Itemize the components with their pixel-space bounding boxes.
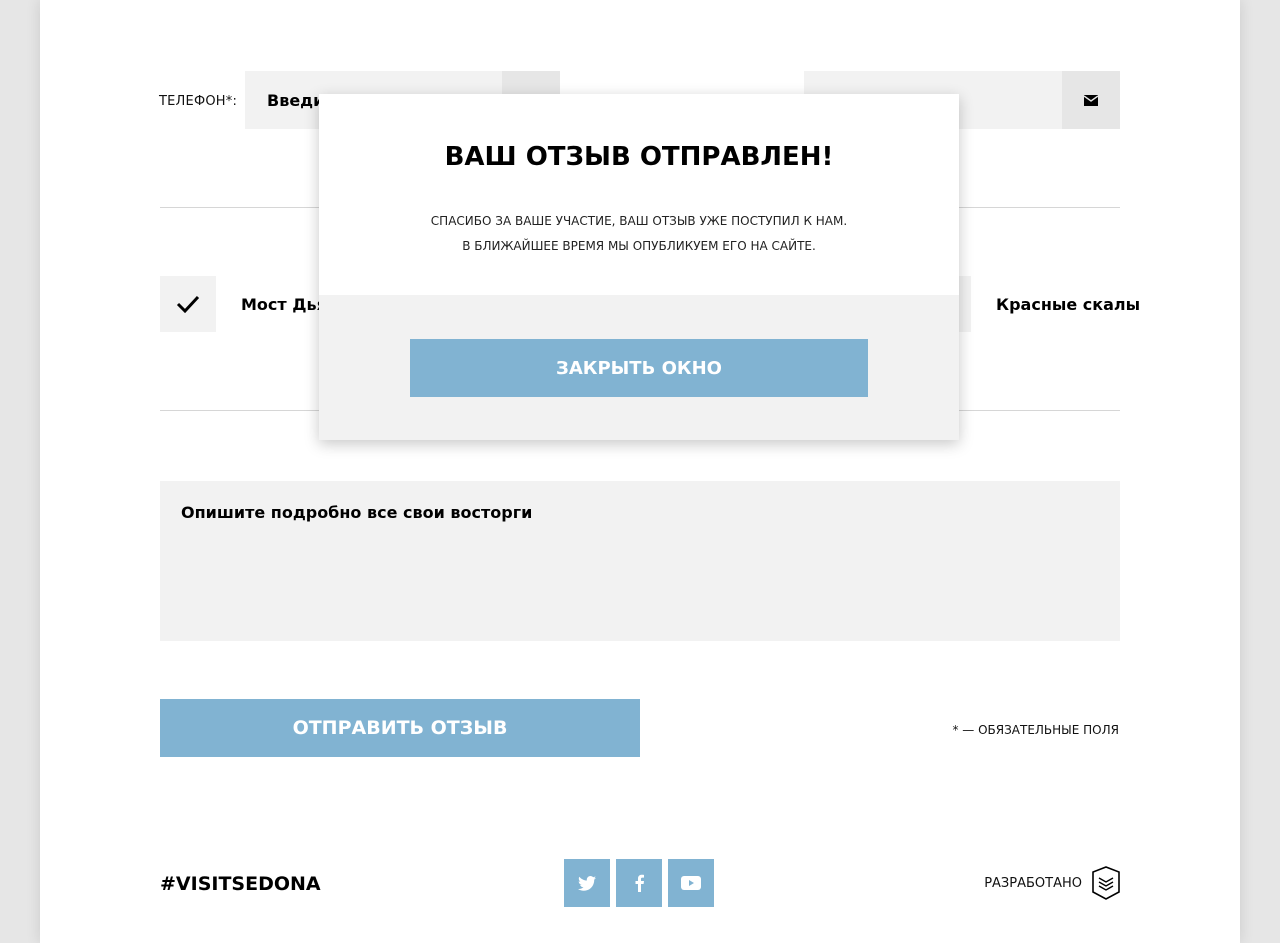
review-sent-modal: Ваш отзыв отправлен! Спасибо за ваше уча…	[319, 94, 959, 440]
modal-title: Ваш отзыв отправлен!	[444, 142, 834, 172]
phone-label: Телефон*:	[159, 94, 238, 109]
twitter-icon	[578, 875, 596, 891]
submit-review-button[interactable]: Отправить отзыв	[160, 699, 640, 757]
developer-logo-icon[interactable]	[1092, 866, 1120, 900]
required-fields-note: * — обязательные поля	[952, 723, 1119, 737]
modal-message-line-1: Спасибо за ваше участие, ваш отзыв уже п…	[430, 214, 848, 228]
email-field-button[interactable]	[1062, 71, 1120, 129]
sight-checkbox-left[interactable]	[160, 276, 216, 332]
checkmark-icon	[176, 295, 200, 313]
facebook-icon	[635, 874, 644, 892]
youtube-link[interactable]	[668, 859, 714, 907]
developed-by-label: Разработано	[984, 875, 1082, 891]
modal-message-line-2: В ближайшее время мы опубликуем его на с…	[462, 239, 816, 253]
modal-message: Спасибо за ваше участие, ваш отзыв уже п…	[319, 209, 959, 259]
twitter-link[interactable]	[564, 859, 610, 907]
review-textarea[interactable]: Опишите подробно все свои восторги	[160, 481, 1120, 641]
close-modal-button[interactable]: Закрыть окно	[410, 339, 868, 397]
mail-icon	[1084, 94, 1098, 106]
youtube-icon	[681, 876, 701, 890]
facebook-link[interactable]	[616, 859, 662, 907]
footer-hashtag: #VISITSEDONA	[160, 873, 321, 895]
review-textarea-placeholder: Опишите подробно все свои восторги	[181, 503, 533, 522]
sight-label-right[interactable]: Красные скалы	[996, 295, 1140, 314]
modal-footer: Закрыть окно	[319, 295, 959, 440]
social-links	[564, 859, 714, 907]
developer-credit: Разработано	[984, 866, 1120, 900]
